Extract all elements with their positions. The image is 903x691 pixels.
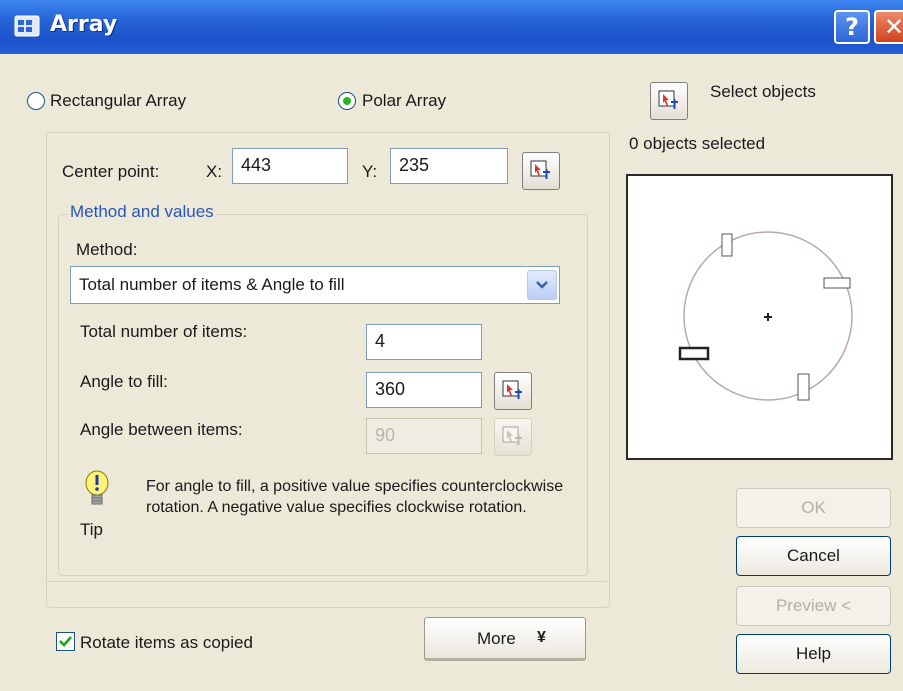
method-select[interactable]: Total number of items & Angle to fill [70, 266, 560, 304]
center-y-label: Y: [362, 162, 378, 181]
method-values-heading: Method and values [68, 202, 216, 222]
pick-angle-fill-button[interactable] [494, 372, 532, 410]
polar-array-label[interactable]: Polar Array [362, 91, 446, 111]
total-items-label: Total number of items: [80, 322, 248, 341]
method-label: Method: [76, 240, 138, 259]
double-chevron-icon: ¥ [537, 629, 546, 646]
rectangular-array-radio[interactable] [27, 92, 45, 110]
preview-item-bottom [797, 373, 810, 401]
more-button-label: More [477, 629, 516, 648]
pick-angle-icon [502, 380, 522, 399]
pick-angle-between-button [494, 418, 532, 456]
pick-point-icon [530, 160, 550, 179]
help-title-button[interactable]: ? [834, 10, 870, 44]
array-app-icon [14, 15, 40, 37]
window-title: Array [50, 12, 118, 37]
angle-between-label: Angle between items: [80, 420, 243, 439]
rotate-items-checkbox[interactable] [56, 632, 75, 651]
chevron-down-icon[interactable] [527, 270, 557, 300]
angle-to-fill-input[interactable]: 360 [366, 372, 482, 408]
tip-label: Tip [80, 520, 103, 539]
total-items-input[interactable]: 4 [366, 324, 482, 360]
objects-selected-status: 0 objects selected [629, 134, 766, 153]
close-button[interactable]: ✕ [874, 10, 903, 44]
ok-button: OK [736, 488, 891, 528]
method-select-value: Total number of items & Angle to fill [79, 275, 345, 294]
select-objects-label: Select objects [710, 82, 816, 101]
angle-to-fill-label: Angle to fill: [80, 372, 168, 391]
rectangular-array-label[interactable]: Rectangular Array [50, 91, 186, 111]
pick-angle-between-icon [502, 426, 522, 445]
lightbulb-icon [85, 470, 109, 505]
more-button[interactable]: More ¥ [424, 617, 586, 661]
center-x-label: X: [206, 162, 223, 181]
preview-item-top [721, 233, 733, 257]
center-x-input[interactable]: 443 [232, 148, 348, 184]
preview-item-left [678, 346, 710, 361]
angle-between-input: 90 [366, 418, 482, 454]
center-y-input[interactable]: 235 [390, 148, 508, 184]
select-objects-button[interactable] [650, 82, 688, 120]
title-bar[interactable]: Array ? ✕ [0, 0, 903, 54]
preview-center-cross [764, 313, 772, 321]
center-point-label: Center point: [62, 162, 160, 181]
preview-item-right [823, 277, 851, 289]
radio-selected-dot [343, 97, 351, 105]
help-button[interactable]: Help [736, 634, 891, 674]
array-dialog: Array ? ✕ Rectangular Array Polar Array … [0, 0, 903, 691]
preview-button: Preview < [736, 586, 891, 626]
cancel-button[interactable]: Cancel [736, 536, 891, 576]
pick-center-point-button[interactable] [522, 152, 560, 190]
tip-text: For angle to fill, a positive value spec… [146, 478, 564, 516]
array-preview [626, 174, 893, 460]
rotate-items-label[interactable]: Rotate items as copied [80, 633, 253, 653]
polar-array-preview-graphic [678, 231, 853, 401]
divider [47, 581, 607, 582]
checkmark-icon [59, 636, 72, 647]
pick-cursor-icon [658, 90, 678, 109]
polar-array-radio[interactable] [338, 92, 356, 110]
